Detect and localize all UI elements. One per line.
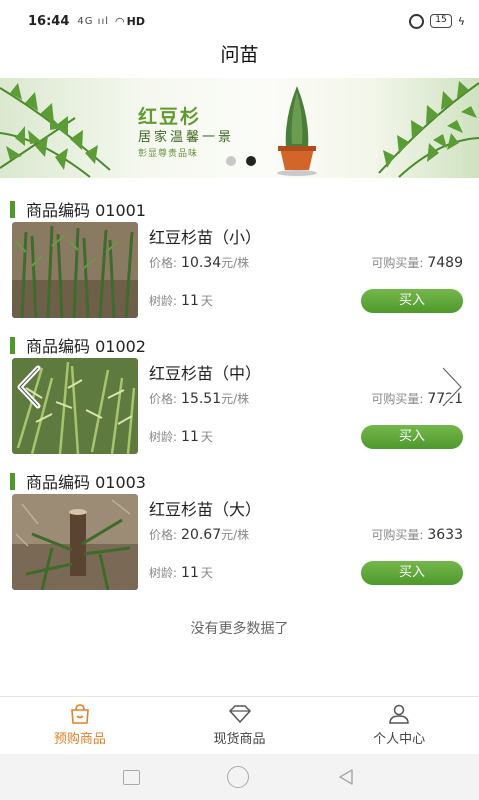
buy-button[interactable]: 买入 bbox=[361, 561, 463, 585]
potted-tree-image bbox=[277, 86, 317, 176]
price-row: 价格: 10.34元/株 bbox=[149, 254, 249, 271]
recent-apps-icon[interactable] bbox=[123, 769, 141, 785]
wifi-icon: ◠ bbox=[115, 14, 125, 28]
price-unit: 元/株 bbox=[221, 392, 250, 406]
banner-subslogan: 彰显尊贵品味 bbox=[138, 149, 199, 159]
age-unit: 天 bbox=[200, 566, 213, 580]
back-triangle-icon[interactable] bbox=[336, 767, 356, 787]
home-icon[interactable] bbox=[226, 766, 249, 788]
product-code-heading: 商品编码 01001 bbox=[10, 197, 146, 221]
product-name: 红豆杉苗（小） bbox=[149, 228, 262, 247]
tab-personal-center[interactable]: 个人中心 bbox=[319, 697, 479, 754]
product-name: 红豆杉苗（大） bbox=[149, 500, 262, 519]
fern-leaf-left bbox=[0, 83, 111, 178]
heading-accent-bar bbox=[10, 472, 15, 490]
product-card[interactable]: 商品编码 01001 红豆杉苗（小） 价格: 10.34元/株 可购买量: 7489… bbox=[0, 188, 479, 324]
product-image[interactable] bbox=[12, 222, 138, 318]
age-value: 11 bbox=[181, 429, 199, 445]
product-code: 商品编码 01003 bbox=[26, 473, 146, 492]
age-row: 树龄: 11 天 bbox=[149, 564, 213, 581]
product-code-heading: 商品编码 01003 bbox=[10, 469, 146, 493]
age-value: 11 bbox=[181, 565, 199, 581]
diamond-icon bbox=[228, 705, 251, 724]
tab-presale-goods[interactable]: 预购商品 bbox=[0, 697, 160, 754]
alarm-icon bbox=[409, 13, 425, 29]
chevron-left-icon[interactable] bbox=[14, 364, 44, 410]
status-bar: 16:44 4G ııl ◠ HD 15 ϟ bbox=[0, 0, 479, 42]
age-value: 11 bbox=[181, 293, 199, 309]
tab-label: 预购商品 bbox=[53, 732, 106, 747]
bottom-tab-bar: 预购商品 现货商品 个人中心 bbox=[0, 696, 479, 754]
price-value: 10.34 bbox=[181, 255, 222, 271]
banner-slogan: 居家温馨一景 bbox=[138, 130, 235, 145]
product-code-heading: 商品编码 01002 bbox=[10, 333, 146, 357]
page-title: 问苗 bbox=[220, 44, 259, 66]
product-card[interactable]: 商品编码 01003 红豆杉苗（大） 价格: 20.67元/株 可购买量: 3633… bbox=[0, 460, 479, 596]
buy-button[interactable]: 买入 bbox=[361, 289, 463, 313]
price-label: 价格: bbox=[149, 392, 178, 406]
tab-label: 现货商品 bbox=[213, 732, 266, 747]
charging-icon: ϟ bbox=[457, 14, 465, 28]
product-code: 商品编码 01001 bbox=[26, 201, 146, 220]
stock-row: 可购买量: 7489 bbox=[371, 254, 463, 271]
chevron-right-icon[interactable] bbox=[437, 364, 467, 410]
age-label: 树龄: bbox=[149, 294, 178, 308]
price-unit: 元/株 bbox=[221, 528, 250, 542]
system-navigation-bar bbox=[0, 754, 479, 800]
person-icon bbox=[389, 704, 409, 724]
stock-label: 可购买量: bbox=[371, 528, 424, 542]
banner-title: 红豆杉 bbox=[138, 106, 202, 128]
tab-label: 个人中心 bbox=[373, 732, 426, 747]
age-unit: 天 bbox=[200, 430, 213, 444]
product-card[interactable]: 商品编码 01002 红豆杉苗（中） 价格: 15.51元/株 可购买量: 7721… bbox=[0, 324, 479, 460]
stock-row: 可购买量: 3633 bbox=[371, 526, 463, 543]
age-label: 树龄: bbox=[149, 430, 178, 444]
banner-dot-active[interactable] bbox=[246, 156, 256, 166]
price-value: 20.67 bbox=[181, 527, 222, 543]
battery-icon: 15 bbox=[430, 14, 452, 28]
price-row: 价格: 20.67元/株 bbox=[149, 526, 249, 543]
age-unit: 天 bbox=[200, 294, 213, 308]
signal-icon: 4G ııl bbox=[77, 15, 110, 27]
no-more-data-text: 没有更多数据了 bbox=[190, 621, 289, 637]
stock-value: 3633 bbox=[427, 527, 463, 543]
price-value: 15.51 bbox=[181, 391, 222, 407]
stock-value: 7489 bbox=[427, 255, 463, 271]
fern-leaf-right bbox=[378, 81, 479, 178]
product-image[interactable] bbox=[12, 494, 138, 590]
price-label: 价格: bbox=[149, 528, 178, 542]
network-label: HD bbox=[126, 14, 145, 28]
age-row: 树龄: 11 天 bbox=[149, 292, 213, 309]
status-time: 16:44 bbox=[28, 13, 70, 29]
banner-dot[interactable] bbox=[226, 156, 236, 166]
heading-accent-bar bbox=[10, 336, 15, 354]
banner-pagination[interactable] bbox=[226, 156, 256, 166]
tab-spot-goods[interactable]: 现货商品 bbox=[160, 697, 320, 754]
price-unit: 元/株 bbox=[221, 256, 250, 270]
buy-button[interactable]: 买入 bbox=[361, 425, 463, 449]
age-label: 树龄: bbox=[149, 566, 178, 580]
stock-label: 可购买量: bbox=[371, 256, 424, 270]
product-code: 商品编码 01002 bbox=[26, 337, 146, 356]
product-list: 商品编码 01001 红豆杉苗（小） 价格: 10.34元/株 可购买量: 7489… bbox=[0, 188, 479, 596]
bag-icon bbox=[70, 704, 89, 724]
age-row: 树龄: 11 天 bbox=[149, 428, 213, 445]
price-row: 价格: 15.51元/株 bbox=[149, 390, 249, 407]
price-label: 价格: bbox=[149, 256, 178, 270]
product-name: 红豆杉苗（中） bbox=[149, 364, 262, 383]
stock-label: 可购买量: bbox=[371, 392, 424, 406]
heading-accent-bar bbox=[10, 200, 15, 218]
